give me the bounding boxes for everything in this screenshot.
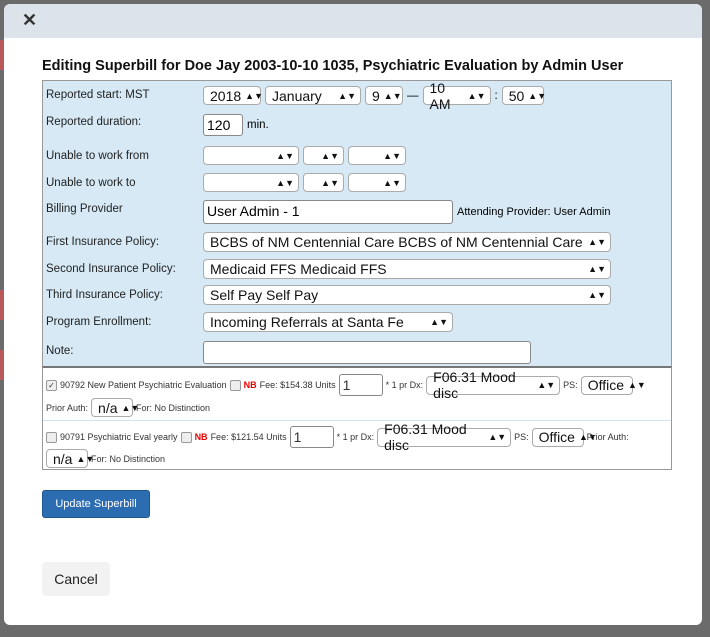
first-policy-label: First Insurance Policy:: [46, 236, 160, 248]
unable-to-year[interactable]: ▲▼: [348, 173, 406, 192]
billing-provider-label: Billing Provider: [46, 203, 123, 215]
item-fee: Fee: $121.54 Units: [210, 432, 287, 442]
colon: :: [494, 89, 498, 102]
ps-select[interactable]: Office ▲▼: [531, 427, 597, 447]
dash: —: [407, 89, 419, 102]
day-select[interactable]: 9 ▲▼: [365, 86, 403, 105]
hour-select[interactable]: 10 AM ▲▼: [422, 80, 491, 112]
per-dx-label: * 1 pr Dx:: [385, 380, 424, 390]
per-dx-label: * 1 pr Dx:: [336, 432, 375, 442]
units-input[interactable]: 1: [338, 374, 383, 396]
close-icon[interactable]: ✕: [22, 10, 37, 31]
unable-to-day[interactable]: ▲▼: [303, 173, 344, 192]
duration-input[interactable]: 120: [203, 114, 243, 136]
nb-label: NB: [243, 380, 257, 390]
item-checkbox[interactable]: ✓: [46, 379, 57, 391]
ps-label: PS:: [514, 432, 529, 442]
prior-auth-label: Prior Auth:: [586, 432, 629, 442]
divider: [43, 420, 671, 421]
month-select[interactable]: January ▲▼: [265, 86, 361, 105]
item-code: 90792 New Patient Psychiatric Evaluation: [60, 380, 227, 390]
prior-auth-select[interactable]: n/a ▲▼: [46, 449, 94, 468]
third-policy-label: Third Insurance Policy:: [46, 289, 163, 301]
superbill-form: Reported start: MST 2018 ▲▼ January ▲▼ 9 ▲▼…: [42, 80, 672, 368]
procedure-item-row2: Prior Auth: n/a ▲▼ For: No Distinction: [46, 398, 210, 417]
note-label: Note:: [46, 345, 74, 357]
duration-unit: min.: [247, 119, 269, 131]
program-enrollment-label: Program Enrollment:: [46, 316, 152, 328]
note-input[interactable]: [203, 341, 531, 364]
billing-provider-input[interactable]: User Admin - 1: [203, 200, 453, 224]
second-policy-label: Second Insurance Policy:: [46, 263, 176, 275]
third-policy-select[interactable]: Self Pay Self Pay ▲▼: [203, 285, 611, 305]
prior-auth-label: Prior Auth:: [46, 402, 89, 413]
minute-select[interactable]: 50 ▲▼: [501, 86, 546, 105]
ps-select[interactable]: Office ▲▼: [580, 375, 646, 395]
dialog-titlebar: ✕: [4, 4, 702, 38]
unable-from-month[interactable]: ▲▼: [203, 146, 299, 165]
year-select[interactable]: 2018 ▲▼: [203, 86, 263, 105]
for-label: For: No Distinction: [91, 453, 166, 464]
unable-from-day[interactable]: ▲▼: [303, 146, 344, 165]
item-checkbox[interactable]: [46, 431, 57, 443]
for-label: For: No Distinction: [136, 402, 211, 413]
superbill-dialog: ✕ Editing Superbill for Doe Jay 2003-10-…: [4, 4, 702, 625]
item-code: 90791 Psychiatric Eval yearly: [60, 432, 178, 442]
unable-from-year[interactable]: ▲▼: [348, 146, 406, 165]
units-input[interactable]: 1: [289, 426, 334, 448]
dialog-title: Editing Superbill for Doe Jay 2003-10-10…: [42, 58, 624, 74]
procedure-item: 90791 Psychiatric Eval yearly NB Fee: $1…: [46, 421, 629, 453]
duration-label: Reported duration:: [46, 116, 142, 128]
procedure-items: ✓ 90792 New Patient Psychiatric Evaluati…: [42, 366, 672, 470]
attending-provider: Attending Provider: User Admin: [457, 206, 611, 218]
dx-select[interactable]: F06.31 Mood disc ▲▼: [426, 369, 561, 401]
nb-checkbox[interactable]: [180, 431, 192, 443]
program-enrollment-select[interactable]: Incoming Referrals at Santa Fe ▲▼: [203, 312, 453, 332]
reported-start-label: Reported start: MST: [46, 89, 150, 101]
update-superbill-button[interactable]: Update Superbill: [42, 490, 150, 518]
first-policy-select[interactable]: BCBS of NM Centennial Care BCBS of NM Ce…: [203, 232, 611, 252]
procedure-item: ✓ 90792 New Patient Psychiatric Evaluati…: [46, 369, 646, 401]
unable-from-label: Unable to work from: [46, 150, 149, 162]
procedure-item-row2: n/a ▲▼ For: No Distinction: [46, 449, 165, 468]
cancel-button[interactable]: Cancel: [42, 562, 110, 596]
nb-checkbox[interactable]: [229, 379, 241, 391]
second-policy-select[interactable]: Medicaid FFS Medicaid FFS ▲▼: [203, 259, 611, 279]
nb-label: NB: [194, 432, 208, 442]
item-fee: Fee: $154.38 Units: [259, 380, 336, 390]
unable-to-label: Unable to work to: [46, 177, 136, 189]
unable-to-month[interactable]: ▲▼: [203, 173, 299, 192]
dx-select[interactable]: F06.31 Mood disc ▲▼: [377, 421, 512, 453]
ps-label: PS:: [563, 380, 578, 390]
prior-auth-select[interactable]: n/a ▲▼: [91, 398, 139, 417]
